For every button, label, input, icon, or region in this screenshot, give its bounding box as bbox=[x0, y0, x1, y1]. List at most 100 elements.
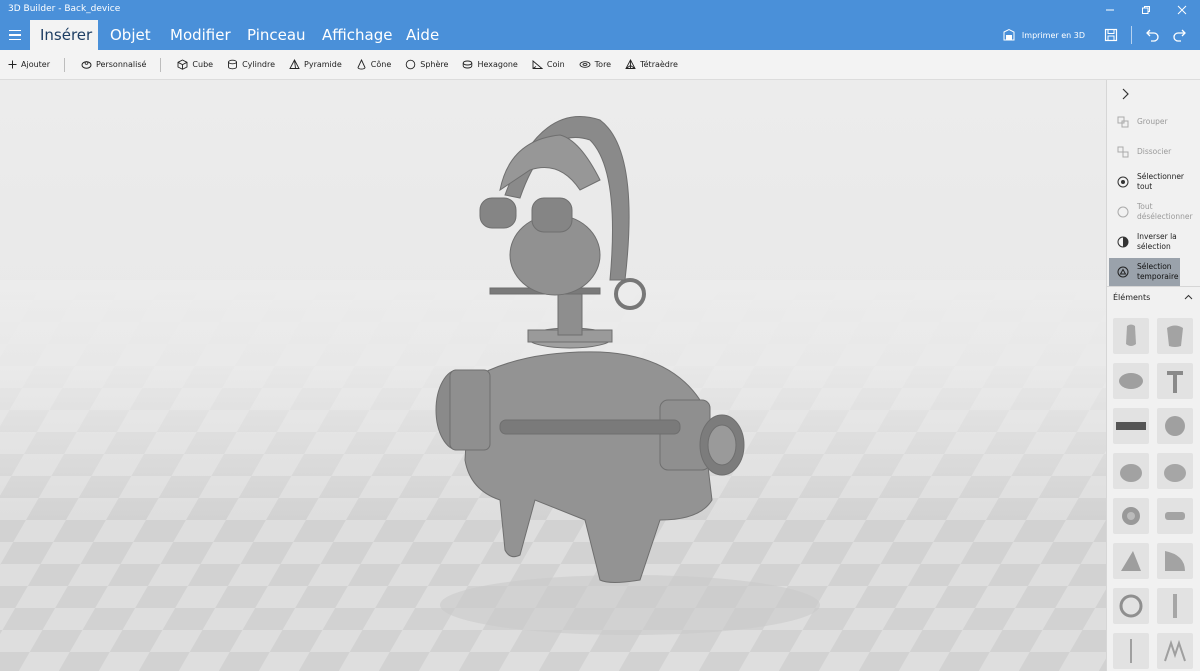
tab-inserer[interactable]: Insérer bbox=[30, 20, 98, 50]
toolbar-divider bbox=[64, 57, 66, 72]
tab-affichage[interactable]: Affichage bbox=[312, 20, 402, 50]
element-thumbnail[interactable] bbox=[1113, 498, 1149, 534]
hexagon-icon bbox=[463, 60, 473, 69]
tab-objet[interactable]: Objet bbox=[100, 20, 161, 50]
cylinder-icon bbox=[228, 59, 238, 70]
shape-wedge-button[interactable]: Coin bbox=[532, 59, 565, 70]
ungroup-button[interactable]: Dissocier bbox=[1109, 138, 1199, 166]
shape-tetrahedron-button[interactable]: Tétraèdre bbox=[625, 59, 678, 70]
redo-button[interactable] bbox=[1166, 20, 1194, 50]
shape-label: Tétraèdre bbox=[640, 60, 678, 69]
select-all-button[interactable]: Sélectionner tout bbox=[1109, 168, 1199, 196]
invert-selection-icon bbox=[1117, 236, 1129, 248]
toolbar-divider bbox=[160, 57, 162, 72]
temporary-selection-icon bbox=[1117, 266, 1129, 278]
elements-label: Éléments bbox=[1113, 293, 1151, 302]
undo-icon bbox=[1146, 29, 1159, 42]
shape-hexagon-button[interactable]: Hexagone bbox=[462, 59, 518, 70]
select-all-label: Sélectionner tout bbox=[1137, 172, 1185, 191]
close-button[interactable] bbox=[1164, 0, 1200, 20]
shape-sphere-button[interactable]: Sphère bbox=[405, 59, 448, 70]
wedge-icon bbox=[532, 60, 543, 69]
save-button[interactable] bbox=[1097, 20, 1125, 50]
print-3d-button[interactable]: Imprimer en 3D bbox=[1002, 28, 1085, 42]
model-shadow bbox=[440, 575, 820, 635]
printer-3d-icon bbox=[1003, 28, 1015, 41]
close-icon bbox=[1177, 5, 1187, 15]
plus-icon bbox=[8, 60, 17, 69]
deselect-all-button[interactable]: Tout désélectionner bbox=[1109, 198, 1199, 226]
cone-icon bbox=[357, 59, 366, 70]
shape-label: Sphère bbox=[420, 60, 449, 69]
deselect-all-icon bbox=[1117, 206, 1129, 218]
select-all-icon bbox=[1117, 176, 1129, 188]
add-label: Ajouter bbox=[21, 60, 51, 69]
redo-icon bbox=[1173, 29, 1186, 42]
element-thumbnail[interactable] bbox=[1113, 363, 1149, 399]
restore-icon bbox=[1142, 6, 1150, 14]
torus-icon bbox=[579, 61, 591, 68]
shape-cylinder-button[interactable]: Cylindre bbox=[227, 59, 275, 70]
element-thumbnail[interactable] bbox=[1157, 633, 1193, 669]
deselect-all-label: Tout désélectionner bbox=[1137, 202, 1193, 221]
temporary-selection-button[interactable]: Sélection temporaire bbox=[1109, 258, 1180, 286]
custom-button[interactable]: Personnalisé bbox=[81, 60, 146, 69]
element-thumbnail[interactable] bbox=[1157, 318, 1193, 354]
group-button[interactable]: Grouper bbox=[1109, 108, 1199, 136]
shape-label: Hexagone bbox=[477, 60, 518, 69]
elements-header[interactable]: Éléments bbox=[1107, 286, 1200, 308]
hamburger-menu-button[interactable] bbox=[6, 26, 24, 44]
minimize-icon bbox=[1106, 9, 1114, 11]
add-button[interactable]: Ajouter bbox=[8, 60, 50, 69]
tab-pinceau[interactable]: Pinceau bbox=[237, 20, 316, 50]
chevron-up-icon[interactable] bbox=[1184, 293, 1193, 302]
element-thumbnail[interactable] bbox=[1157, 498, 1193, 534]
element-thumbnail[interactable] bbox=[1113, 588, 1149, 624]
shape-label: Tore bbox=[594, 60, 612, 69]
tab-aide[interactable]: Aide bbox=[396, 20, 449, 50]
ungroup-icon bbox=[1117, 146, 1129, 158]
shape-cube-button[interactable]: Cube bbox=[177, 59, 213, 70]
maximize-button[interactable] bbox=[1128, 0, 1164, 20]
group-label: Grouper bbox=[1137, 117, 1168, 126]
element-thumbnail[interactable] bbox=[1157, 453, 1193, 489]
element-thumbnail[interactable] bbox=[1113, 318, 1149, 354]
tetrahedron-icon bbox=[625, 59, 636, 69]
save-icon bbox=[1104, 28, 1118, 42]
shape-label: Pyramide bbox=[304, 60, 342, 69]
element-thumbnail[interactable] bbox=[1157, 588, 1193, 624]
minimize-button[interactable] bbox=[1092, 0, 1128, 20]
shape-label: Cylindre bbox=[242, 60, 276, 69]
undo-button[interactable] bbox=[1138, 20, 1166, 50]
invert-selection-button[interactable]: Inverser la sélection bbox=[1109, 228, 1199, 256]
element-thumbnail[interactable] bbox=[1157, 543, 1193, 579]
shape-torus-button[interactable]: Tore bbox=[579, 59, 611, 70]
element-thumbnail[interactable] bbox=[1157, 408, 1193, 444]
shape-label: Cube bbox=[192, 60, 214, 69]
shape-label: Coin bbox=[546, 60, 565, 69]
menu-bar: Insérer Objet Modifier Pinceau Affichage… bbox=[0, 20, 1200, 50]
menu-actions: Imprimer en 3D bbox=[1002, 20, 1200, 50]
element-thumbnail[interactable] bbox=[1113, 543, 1149, 579]
title-bar: 3D Builder - Back_device bbox=[0, 0, 1200, 20]
invert-selection-label: Inverser la sélection bbox=[1137, 232, 1177, 251]
pyramid-icon bbox=[289, 59, 300, 69]
ungroup-label: Dissocier bbox=[1137, 147, 1172, 156]
shape-label: Cône bbox=[370, 60, 392, 69]
custom-label: Personnalisé bbox=[96, 60, 147, 69]
selection-panel: Grouper Dissocier Sélectionner tout Tout… bbox=[1106, 80, 1200, 671]
element-thumbnail[interactable] bbox=[1157, 363, 1193, 399]
shape-pyramid-button[interactable]: Pyramide bbox=[289, 59, 342, 70]
scene-canvas bbox=[0, 116, 1106, 671]
tab-modifier[interactable]: Modifier bbox=[160, 20, 241, 50]
shape-cone-button[interactable]: Cône bbox=[356, 59, 391, 70]
element-thumbnail[interactable] bbox=[1113, 408, 1149, 444]
print-3d-label: Imprimer en 3D bbox=[1021, 30, 1085, 40]
element-thumbnail[interactable] bbox=[1113, 633, 1149, 669]
menu-divider bbox=[1131, 26, 1132, 44]
window-title: 3D Builder - Back_device bbox=[8, 4, 121, 14]
cube-icon bbox=[177, 59, 188, 70]
element-thumbnail[interactable] bbox=[1113, 453, 1149, 489]
chevron-right-icon[interactable] bbox=[1117, 86, 1133, 102]
3d-viewport[interactable] bbox=[0, 80, 1106, 671]
